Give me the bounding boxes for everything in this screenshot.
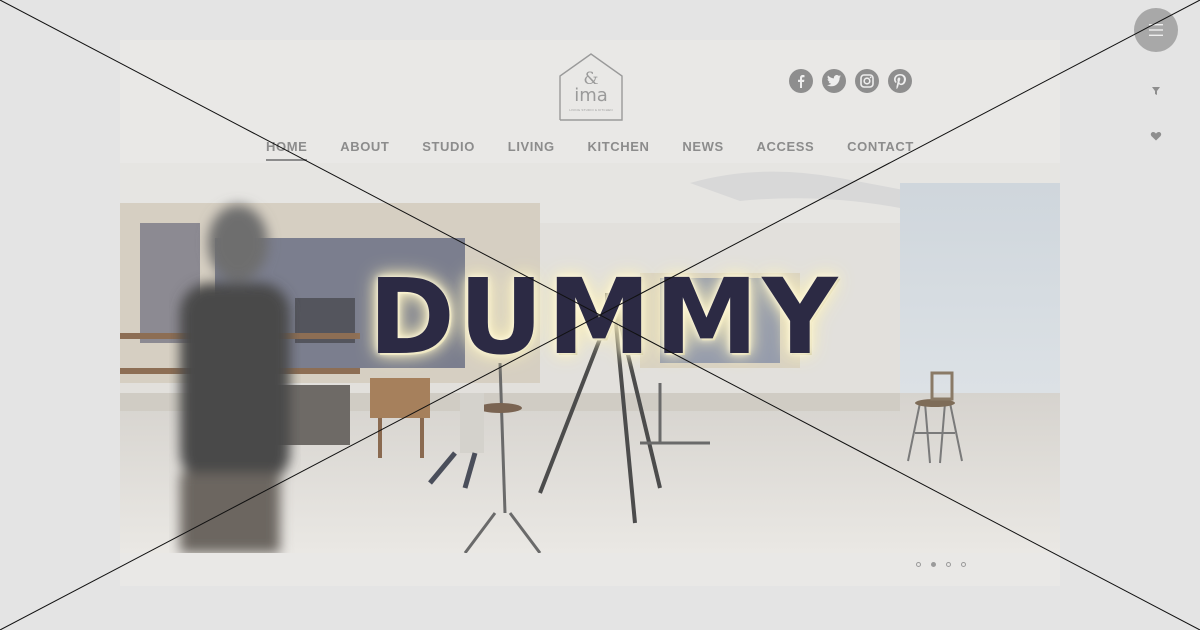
nav-item-studio[interactable]: STUDIO bbox=[422, 139, 475, 161]
pinterest-icon[interactable] bbox=[888, 69, 912, 93]
logo-tagline: LIVING STUDIO & KITCHEN bbox=[569, 108, 613, 112]
nav-item-about[interactable]: ABOUT bbox=[340, 139, 389, 161]
nav-item-living[interactable]: LIVING bbox=[508, 139, 555, 161]
slider-dot[interactable] bbox=[916, 562, 921, 567]
nav-item-kitchen[interactable]: KITCHEN bbox=[588, 139, 650, 161]
social-links bbox=[789, 69, 912, 93]
facebook-icon[interactable] bbox=[789, 69, 813, 93]
twitter-icon[interactable] bbox=[822, 69, 846, 93]
slider-dot[interactable] bbox=[946, 562, 951, 567]
slider-dots bbox=[916, 562, 966, 567]
hamburger-icon bbox=[1149, 24, 1163, 36]
slider-dot[interactable] bbox=[931, 562, 936, 567]
logo-name: ima bbox=[574, 85, 608, 106]
nav-item-contact[interactable]: CONTACT bbox=[847, 139, 914, 161]
nav-item-home[interactable]: HOME bbox=[266, 139, 308, 161]
instagram-icon[interactable] bbox=[855, 69, 879, 93]
site-logo[interactable]: & ima LIVING STUDIO & KITCHEN bbox=[558, 52, 624, 122]
filter-icon[interactable] bbox=[1150, 84, 1162, 96]
nav-item-access[interactable]: ACCESS bbox=[757, 139, 815, 161]
main-nav: HOME ABOUT STUDIO LIVING KITCHEN NEWS AC… bbox=[266, 139, 914, 163]
heart-icon[interactable] bbox=[1150, 129, 1162, 141]
hamburger-menu-button[interactable] bbox=[1134, 8, 1178, 52]
dummy-watermark: DUMMY bbox=[368, 256, 842, 378]
nav-item-news[interactable]: NEWS bbox=[682, 139, 723, 161]
slider-dot[interactable] bbox=[961, 562, 966, 567]
